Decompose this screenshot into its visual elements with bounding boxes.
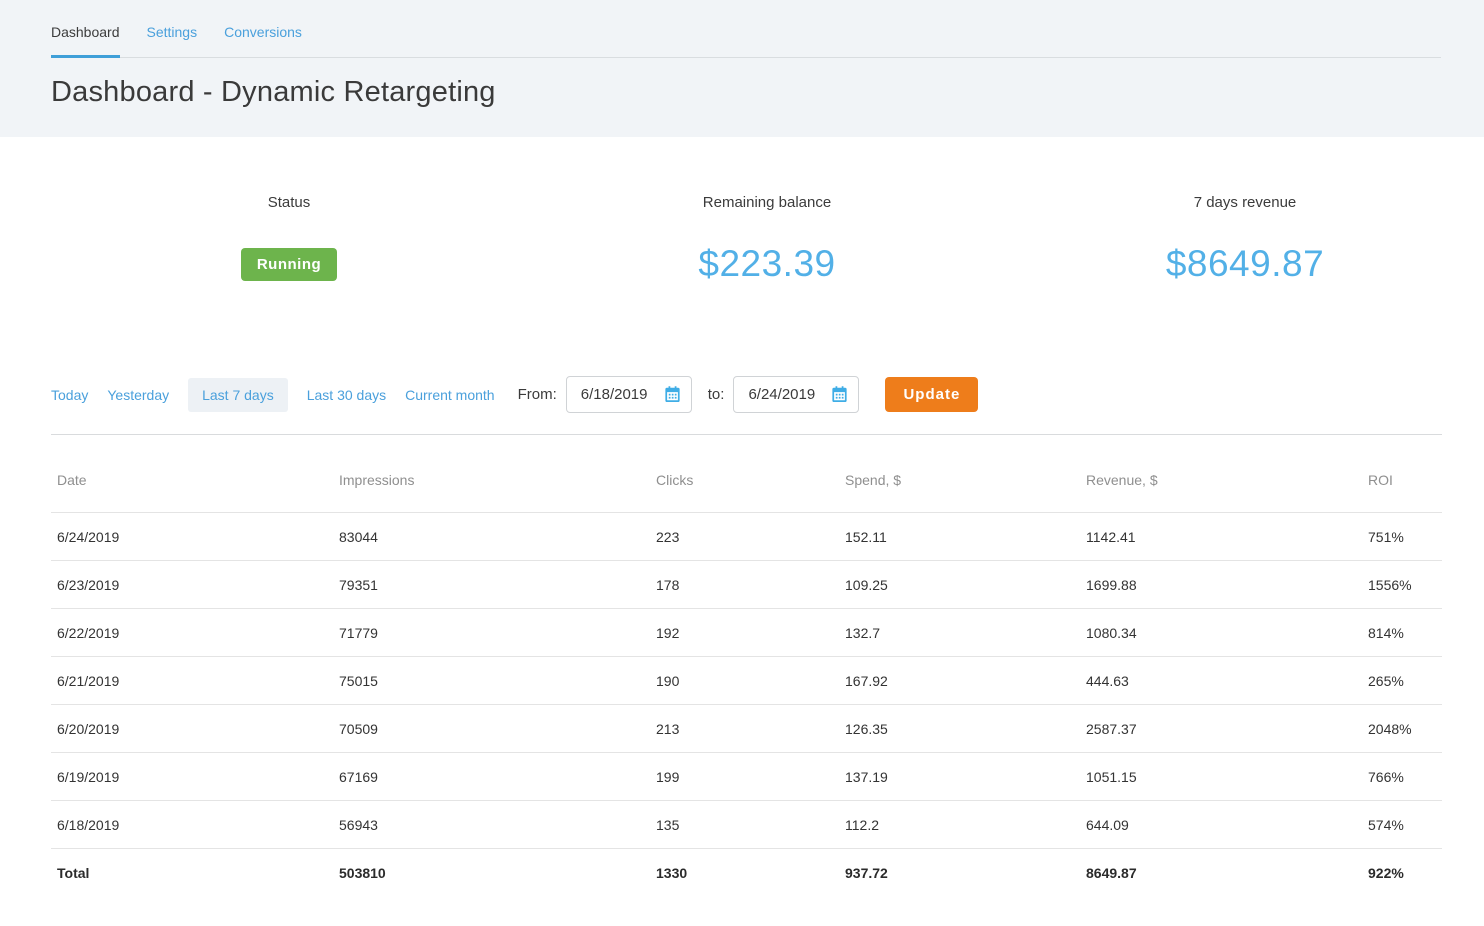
total-spend: 937.72 [839,849,1080,897]
col-header-roi: ROI [1362,435,1442,513]
cell-roi: 1556% [1362,561,1442,609]
table-row: 6/20/2019 70509 213 126.35 2587.37 2048% [51,705,1442,753]
preset-last-7-days[interactable]: Last 7 days [188,378,288,412]
cell-revenue: 1051.15 [1080,753,1362,801]
col-header-date: Date [51,435,333,513]
cell-revenue: 1142.41 [1080,513,1362,561]
to-label: to: [708,386,725,403]
cell-revenue: 2587.37 [1080,705,1362,753]
table-total-row: Total 503810 1330 937.72 8649.87 922% [51,849,1442,897]
table-header-row: Date Impressions Clicks Spend, $ Revenue… [51,435,1442,513]
cell-spend: 112.2 [839,801,1080,849]
cell-impressions: 67169 [333,753,650,801]
col-header-impressions: Impressions [333,435,650,513]
table-row: 6/21/2019 75015 190 167.92 444.63 265% [51,657,1442,705]
from-date-field [566,376,692,413]
cell-clicks: 223 [650,513,839,561]
update-button[interactable]: Update [885,377,978,412]
cell-clicks: 199 [650,753,839,801]
status-label: Status [50,194,528,212]
cell-roi: 265% [1362,657,1442,705]
cell-revenue: 1080.34 [1080,609,1362,657]
balance-value: $223.39 [698,243,835,285]
page-title: Dashboard - Dynamic Retargeting [51,76,1484,109]
table-row: 6/24/2019 83044 223 152.11 1142.41 751% [51,513,1442,561]
cell-revenue: 444.63 [1080,657,1362,705]
cell-roi: 766% [1362,753,1442,801]
cell-date: 6/19/2019 [51,753,333,801]
filter-bar: Today Yesterday Last 7 days Last 30 days… [51,376,1484,413]
cell-date: 6/21/2019 [51,657,333,705]
total-clicks: 1330 [650,849,839,897]
header-band: Dashboard Settings Conversions Dashboard… [0,0,1484,137]
cell-spend: 167.92 [839,657,1080,705]
report-table: Date Impressions Clicks Spend, $ Revenue… [51,434,1442,897]
stats-row: Status Running Remaining balance $223.39… [50,137,1484,286]
status-badge: Running [241,248,337,281]
cell-impressions: 71779 [333,609,650,657]
total-label: Total [51,849,333,897]
cell-clicks: 135 [650,801,839,849]
cell-roi: 751% [1362,513,1442,561]
from-label: From: [518,386,557,403]
stat-remaining-balance: Remaining balance $223.39 [528,194,1006,286]
cell-spend: 109.25 [839,561,1080,609]
cell-spend: 137.19 [839,753,1080,801]
table-row: 6/22/2019 71779 192 132.7 1080.34 814% [51,609,1442,657]
preset-last-30-days[interactable]: Last 30 days [307,387,386,403]
tab-settings[interactable]: Settings [147,0,198,57]
total-roi: 922% [1362,849,1442,897]
cell-impressions: 56943 [333,801,650,849]
cell-impressions: 79351 [333,561,650,609]
revenue-value: $8649.87 [1166,243,1324,285]
stat-7days-revenue: 7 days revenue $8649.87 [1006,194,1484,286]
tab-dashboard[interactable]: Dashboard [51,0,120,58]
cell-spend: 152.11 [839,513,1080,561]
cell-date: 6/23/2019 [51,561,333,609]
table-row: 6/19/2019 67169 199 137.19 1051.15 766% [51,753,1442,801]
tab-conversions[interactable]: Conversions [224,0,302,57]
cell-spend: 126.35 [839,705,1080,753]
calendar-icon[interactable] [830,385,849,404]
cell-date: 6/18/2019 [51,801,333,849]
cell-roi: 2048% [1362,705,1442,753]
preset-current-month[interactable]: Current month [405,387,494,403]
stat-status: Status Running [50,194,528,286]
cell-roi: 814% [1362,609,1442,657]
cell-date: 6/22/2019 [51,609,333,657]
cell-date: 6/24/2019 [51,513,333,561]
cell-impressions: 83044 [333,513,650,561]
col-header-spend: Spend, $ [839,435,1080,513]
preset-today[interactable]: Today [51,387,88,403]
table-row: 6/23/2019 79351 178 109.25 1699.88 1556% [51,561,1442,609]
total-impressions: 503810 [333,849,650,897]
preset-yesterday[interactable]: Yesterday [107,387,169,403]
cell-impressions: 70509 [333,705,650,753]
cell-clicks: 190 [650,657,839,705]
cell-impressions: 75015 [333,657,650,705]
col-header-clicks: Clicks [650,435,839,513]
total-revenue: 8649.87 [1080,849,1362,897]
balance-label: Remaining balance [528,194,1006,212]
table-row: 6/18/2019 56943 135 112.2 644.09 574% [51,801,1442,849]
calendar-icon[interactable] [663,385,682,404]
to-date-field [733,376,859,413]
cell-spend: 132.7 [839,609,1080,657]
cell-clicks: 192 [650,609,839,657]
cell-revenue: 1699.88 [1080,561,1362,609]
cell-clicks: 213 [650,705,839,753]
cell-revenue: 644.09 [1080,801,1362,849]
cell-roi: 574% [1362,801,1442,849]
cell-clicks: 178 [650,561,839,609]
revenue-label: 7 days revenue [1006,194,1484,212]
tab-bar: Dashboard Settings Conversions [51,0,1441,58]
col-header-revenue: Revenue, $ [1080,435,1362,513]
cell-date: 6/20/2019 [51,705,333,753]
